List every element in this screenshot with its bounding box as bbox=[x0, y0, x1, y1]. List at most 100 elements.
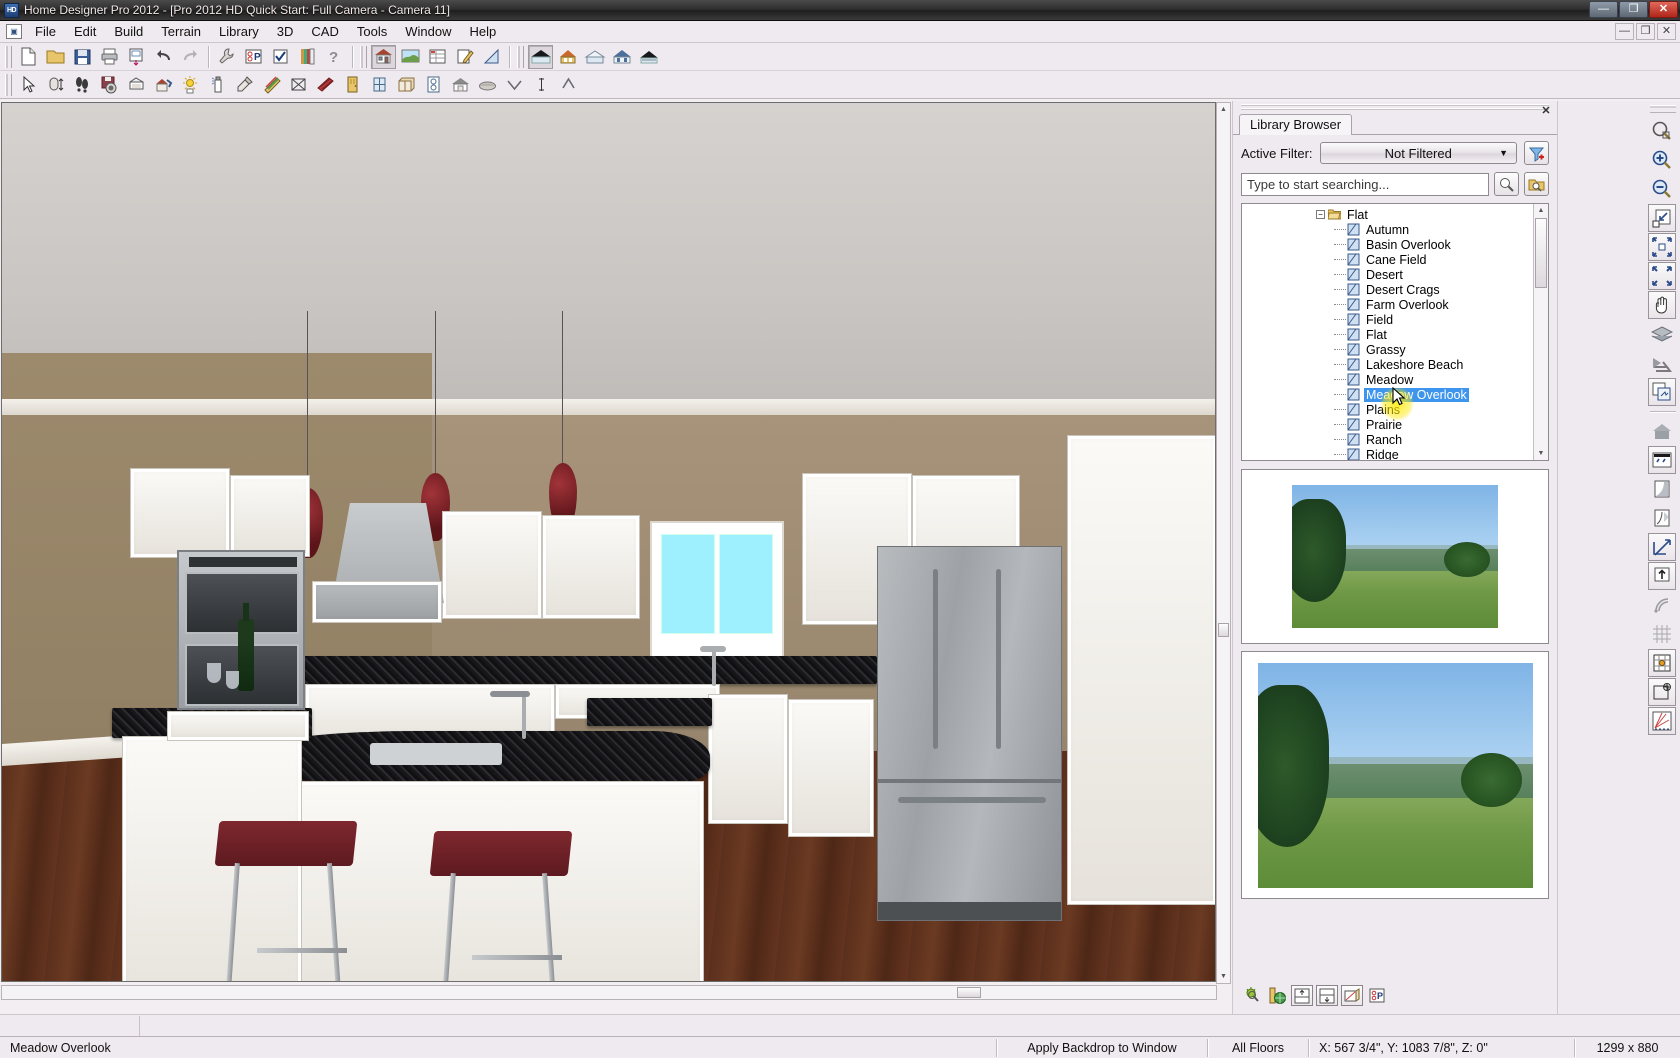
open-plan-icon[interactable] bbox=[43, 45, 68, 69]
cross-section-icon[interactable] bbox=[1648, 475, 1676, 503]
tree-item-meadow-overlook[interactable]: Meadow Overlook bbox=[1242, 387, 1548, 402]
window-close-button[interactable]: ✕ bbox=[1649, 1, 1678, 18]
walkthrough-icon[interactable] bbox=[70, 73, 95, 97]
menu-help[interactable]: Help bbox=[460, 22, 505, 41]
materials-list-icon[interactable] bbox=[425, 45, 450, 69]
magnifier-icon[interactable] bbox=[1494, 172, 1519, 196]
grid-snaps-icon[interactable] bbox=[1648, 620, 1676, 648]
library-browser-icon[interactable] bbox=[295, 45, 320, 69]
material-stripes-icon[interactable] bbox=[259, 73, 284, 97]
fill-window-building-icon[interactable] bbox=[1648, 233, 1676, 261]
print-preview-icon[interactable] bbox=[124, 45, 149, 69]
print-icon[interactable] bbox=[97, 45, 122, 69]
preview-pane-icon[interactable] bbox=[1341, 985, 1363, 1006]
menu-terrain[interactable]: Terrain bbox=[152, 22, 210, 41]
tree-item-desert-crags[interactable]: Desert Crags bbox=[1242, 282, 1548, 297]
check-box-icon[interactable] bbox=[268, 45, 293, 69]
tree-item-meadow[interactable]: Meadow bbox=[1242, 372, 1548, 387]
backdrop-icon[interactable] bbox=[124, 73, 149, 97]
right-toolbar-grip[interactable] bbox=[1650, 105, 1676, 113]
window-restore-button[interactable]: ❐ bbox=[1619, 1, 1648, 18]
tree-item-flat[interactable]: Flat bbox=[1242, 327, 1548, 342]
preferences-wrench-icon[interactable] bbox=[214, 45, 239, 69]
door-icon[interactable] bbox=[340, 73, 365, 97]
library-close-button[interactable]: ✕ bbox=[1539, 105, 1553, 119]
scroll-up-arrow[interactable]: ▲ bbox=[1217, 103, 1230, 116]
mouse-orbit-icon[interactable] bbox=[43, 73, 68, 97]
tree-scroll-down-arrow[interactable]: ▼ bbox=[1534, 447, 1548, 460]
menu-tools[interactable]: Tools bbox=[348, 22, 396, 41]
toolbar-grip[interactable] bbox=[360, 46, 367, 68]
folder-search-icon[interactable] bbox=[1524, 172, 1549, 196]
toolbar-grip[interactable] bbox=[5, 74, 12, 96]
wall-elevation-icon[interactable] bbox=[1648, 446, 1676, 474]
tree-item-grassy[interactable]: Grassy bbox=[1242, 342, 1548, 357]
tree-item-desert[interactable]: Desert bbox=[1242, 267, 1548, 282]
tree-node-flat-root[interactable]: − Flat bbox=[1242, 207, 1548, 222]
plan-defaults-icon[interactable]: P bbox=[241, 45, 266, 69]
panel-grip[interactable] bbox=[1233, 101, 1557, 113]
deck-icon[interactable] bbox=[475, 73, 500, 97]
scroll-down-arrow[interactable]: ▼ bbox=[1217, 970, 1230, 983]
library-globe-icon[interactable] bbox=[1266, 985, 1288, 1006]
terrain-view-icon[interactable] bbox=[398, 45, 423, 69]
house-tool-icon[interactable] bbox=[151, 73, 176, 97]
toolbar-grip[interactable] bbox=[517, 46, 524, 68]
zoom-extents-icon[interactable] bbox=[1648, 262, 1676, 290]
tree-scroll-up-arrow[interactable]: ▲ bbox=[1534, 204, 1548, 217]
reference-grid-icon[interactable] bbox=[1648, 649, 1676, 677]
dimension-line-icon[interactable] bbox=[529, 73, 554, 97]
tree-item-autumn[interactable]: Autumn bbox=[1242, 222, 1548, 237]
tree-item-cane-field[interactable]: Cane Field bbox=[1242, 252, 1548, 267]
menu-file[interactable]: File bbox=[26, 22, 65, 41]
backclip-section-icon[interactable] bbox=[1648, 504, 1676, 532]
save-plan-icon[interactable] bbox=[70, 45, 95, 69]
menu-cad[interactable]: CAD bbox=[302, 22, 347, 41]
help-icon[interactable]: ? bbox=[322, 45, 347, 69]
undo-icon[interactable] bbox=[151, 45, 176, 69]
tree-item-ridge[interactable]: Ridge bbox=[1242, 447, 1548, 461]
up-arrow-box-icon[interactable] bbox=[1648, 562, 1676, 590]
menu-edit[interactable]: Edit bbox=[65, 22, 105, 41]
menu-3d[interactable]: 3D bbox=[268, 22, 303, 41]
mdi-close-button[interactable]: ✕ bbox=[1657, 23, 1676, 40]
layers-icon[interactable] bbox=[1648, 320, 1676, 348]
arrow-up-icon[interactable] bbox=[556, 73, 581, 97]
tree-vertical-scrollbar[interactable]: ▲ ▼ bbox=[1533, 204, 1548, 460]
vertical-scroll-thumb[interactable] bbox=[1218, 623, 1229, 637]
tree-item-farm-overlook[interactable]: Farm Overlook bbox=[1242, 297, 1548, 312]
fixture-icon[interactable] bbox=[421, 73, 446, 97]
menu-build[interactable]: Build bbox=[105, 22, 152, 41]
library-tree[interactable]: − Flat Autumn Basin Overlo bbox=[1241, 203, 1549, 461]
angle-snap-icon[interactable] bbox=[1648, 591, 1676, 619]
funnel-add-icon[interactable] bbox=[1524, 141, 1549, 165]
tree-item-basin-overlook[interactable]: Basin Overlook bbox=[1242, 237, 1548, 252]
roof-hip-icon[interactable] bbox=[555, 45, 580, 69]
no-rebuild-icon[interactable] bbox=[286, 73, 311, 97]
reference-display-icon[interactable] bbox=[1648, 349, 1676, 377]
tree-item-ranch[interactable]: Ranch bbox=[1242, 432, 1548, 447]
mdi-minimize-button[interactable]: — bbox=[1615, 23, 1634, 40]
menu-library[interactable]: Library bbox=[210, 22, 268, 41]
tree-item-field[interactable]: Field bbox=[1242, 312, 1548, 327]
active-filter-select[interactable]: Not Filtered ▼ bbox=[1320, 142, 1517, 164]
library-search-icon[interactable] bbox=[1241, 985, 1263, 1006]
window-minimize-button[interactable]: — bbox=[1589, 1, 1618, 18]
document-icon[interactable]: ▣ bbox=[6, 24, 22, 39]
viewport-horizontal-scrollbar[interactable] bbox=[1, 985, 1217, 1000]
roof-shed-icon[interactable] bbox=[582, 45, 607, 69]
sun-angle-icon[interactable] bbox=[178, 73, 203, 97]
eyedropper-icon[interactable] bbox=[232, 73, 257, 97]
search-input[interactable]: Type to start searching... bbox=[1241, 173, 1489, 196]
library-options-icon[interactable]: P bbox=[1366, 985, 1388, 1006]
panel-bottom-icon[interactable] bbox=[1316, 985, 1338, 1006]
cabinet-icon[interactable] bbox=[394, 73, 419, 97]
roof-gable-icon[interactable] bbox=[528, 45, 553, 69]
expander-toggle[interactable]: − bbox=[1316, 210, 1325, 219]
window-icon[interactable] bbox=[367, 73, 392, 97]
new-plan-icon[interactable] bbox=[16, 45, 41, 69]
horizontal-scroll-thumb[interactable] bbox=[957, 987, 981, 998]
fill-window-icon[interactable] bbox=[1648, 204, 1676, 232]
roof-dutch-icon[interactable] bbox=[636, 45, 661, 69]
house-view-icon[interactable] bbox=[371, 45, 396, 69]
